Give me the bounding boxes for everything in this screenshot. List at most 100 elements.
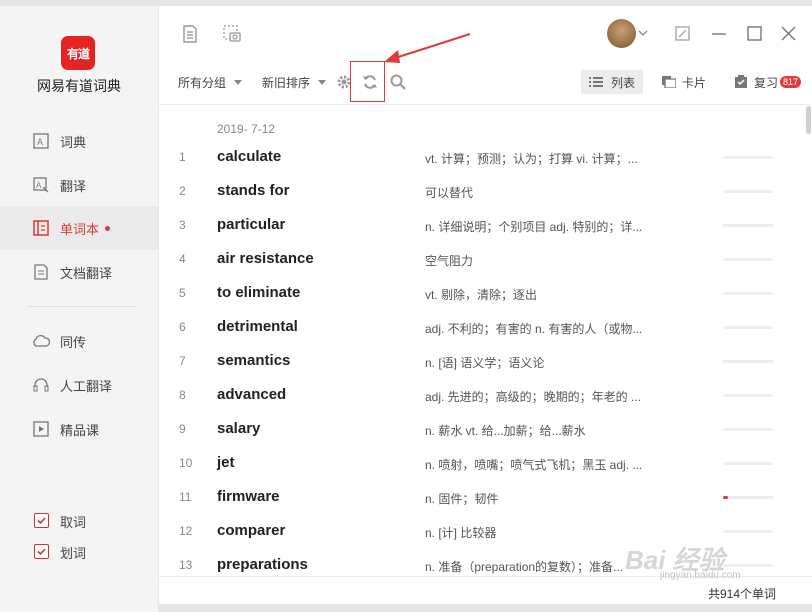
app-name: 网易有道词典 — [37, 78, 121, 94]
svg-text:A: A — [37, 137, 43, 147]
checkbox-word-capture[interactable] — [34, 513, 49, 528]
row-word[interactable]: firmware — [217, 488, 280, 505]
table-row[interactable]: 8 advanced adj. 先进的；高级的；晚期的；年老的 ... — [159, 378, 799, 412]
table-row[interactable]: 7 semantics n. [语] 语义学；语义论 — [159, 344, 799, 378]
row-number: 13 — [179, 558, 193, 572]
row-word[interactable]: semantics — [217, 352, 290, 369]
review-label: 复习 — [754, 75, 779, 90]
row-word[interactable]: particular — [217, 216, 285, 233]
group-filter-label: 所有分组 — [178, 75, 227, 90]
sort-dropdown[interactable]: 新旧排序 — [262, 68, 327, 96]
row-definition: vt. 剔除，清除；逐出 — [425, 288, 538, 302]
sidebar-item-label: 精品课 — [60, 422, 100, 438]
row-word[interactable]: jet — [217, 454, 235, 471]
review-count-badge: 817 — [780, 76, 802, 88]
minimize-icon[interactable] — [712, 32, 726, 36]
memory-progress-bar — [723, 496, 773, 499]
row-word[interactable]: advanced — [217, 386, 286, 403]
memory-progress-bar — [723, 190, 773, 193]
background-window-strip — [158, 604, 812, 612]
headset-icon — [33, 378, 49, 392]
sidebar-item-label: 单词本 — [60, 219, 111, 238]
memory-progress-bar — [723, 530, 773, 533]
note-icon[interactable] — [181, 25, 199, 43]
row-word[interactable]: comparer — [217, 522, 285, 539]
sidebar-item-label: 同传 — [60, 334, 87, 350]
close-icon[interactable] — [781, 26, 796, 41]
memory-progress-bar — [723, 564, 773, 567]
wordbook-icon — [33, 220, 49, 236]
sidebar: 有道 网易有道词典 A 词典 A 翻译 单词本 文档翻译 同传 人工翻译 精品课… — [0, 6, 159, 612]
sidebar-item-label: 人工翻译 — [60, 378, 113, 394]
maximize-icon[interactable] — [747, 26, 762, 41]
review-button[interactable]: 复习 817 — [734, 70, 802, 94]
sidebar-divider — [27, 306, 137, 307]
word-count: 共914个单词 — [707, 587, 776, 601]
row-word[interactable]: salary — [217, 420, 260, 437]
table-row[interactable]: 6 detrimental adj. 不利的；有害的 n. 有害的人（或物... — [159, 310, 799, 344]
table-row[interactable]: 5 to eliminate vt. 剔除，清除；逐出 — [159, 276, 799, 310]
search-icon[interactable] — [389, 73, 407, 91]
table-row[interactable]: 9 salary n. 薪水 vt. 给...加薪；给...薪水 — [159, 412, 799, 446]
table-row[interactable]: 4 air resistance 空气阻力 — [159, 242, 799, 276]
row-word[interactable]: preparations — [217, 556, 308, 573]
view-card-button[interactable]: 卡片 — [662, 70, 706, 94]
row-word[interactable]: to eliminate — [217, 284, 300, 301]
chevron-down-icon[interactable] — [638, 29, 648, 37]
row-definition: adj. 不利的；有害的 n. 有害的人（或物... — [425, 322, 643, 336]
memory-progress-fill — [723, 496, 728, 499]
table-row[interactable]: 11 firmware n. 固件；韧件 — [159, 480, 799, 514]
active-dot — [105, 225, 111, 231]
row-definition: n. 固件；韧件 — [425, 492, 499, 506]
table-row[interactable]: 1 calculate vt. 计算；预测；认为；打算 vi. 计算；... — [159, 140, 799, 174]
row-definition: n. [计] 比较器 — [425, 526, 497, 540]
check-icon — [37, 517, 46, 525]
row-number: 2 — [179, 184, 186, 198]
scrollbar[interactable] — [804, 106, 812, 576]
row-number: 7 — [179, 354, 186, 368]
row-definition: 空气阻力 — [425, 254, 474, 268]
row-definition: vt. 计算；预测；认为；打算 vi. 计算；... — [425, 152, 638, 166]
sidebar-item-wordbook[interactable]: 单词本 — [0, 206, 158, 250]
video-icon — [33, 421, 49, 437]
row-word[interactable]: calculate — [217, 148, 281, 165]
memory-progress-bar — [723, 326, 773, 329]
app-logo: 有道 — [61, 36, 95, 70]
sidebar-item-translate[interactable]: A 翻译 — [0, 163, 158, 207]
sidebar-item-simultaneous[interactable]: 同传 — [0, 319, 158, 363]
row-number: 10 — [179, 456, 193, 470]
view-card-label: 卡片 — [682, 75, 707, 90]
user-avatar[interactable] — [607, 19, 636, 48]
group-filter-dropdown[interactable]: 所有分组 — [178, 68, 243, 96]
table-row[interactable]: 3 particular n. 详细说明；个别项目 adj. 特别的；详... — [159, 208, 799, 242]
shrink-icon[interactable] — [675, 26, 690, 41]
date-heading: 2019- 7-12 — [217, 122, 276, 136]
table-row[interactable]: 10 jet n. 喷射，喷嘴；喷气式飞机；黑玉 adj. ... — [159, 446, 799, 480]
sidebar-item-label: 文档翻译 — [60, 265, 113, 281]
check-icon — [37, 548, 46, 556]
memory-progress-bar — [723, 462, 773, 465]
view-list-button[interactable]: 列表 — [581, 70, 643, 94]
svg-text:A: A — [36, 181, 42, 190]
screenshot-icon[interactable] — [222, 24, 242, 44]
scrollbar-thumb[interactable] — [806, 106, 811, 134]
row-word[interactable]: air resistance — [217, 250, 314, 267]
sort-label: 新旧排序 — [262, 75, 311, 90]
sidebar-item-courses[interactable]: 精品课 — [0, 407, 158, 451]
row-definition: n. 薪水 vt. 给...加薪；给...薪水 — [425, 424, 586, 438]
table-row[interactable]: 2 stands for 可以替代 — [159, 174, 799, 208]
sidebar-item-document-translate[interactable]: 文档翻译 — [0, 250, 158, 294]
sidebar-item-human-translate[interactable]: 人工翻译 — [0, 363, 158, 407]
memory-progress-bar — [723, 360, 773, 363]
sidebar-item-dictionary[interactable]: A 词典 — [0, 119, 158, 163]
checkbox-select-translate[interactable] — [34, 544, 49, 559]
memory-progress-bar — [723, 156, 773, 159]
caret-down-icon — [318, 79, 327, 85]
caret-down-icon — [234, 79, 243, 85]
row-definition: 可以替代 — [425, 186, 474, 200]
memory-progress-bar — [723, 224, 773, 227]
row-word[interactable]: detrimental — [217, 318, 298, 335]
view-list-label: 列表 — [611, 75, 636, 90]
header-divider — [159, 104, 812, 105]
row-word[interactable]: stands for — [217, 182, 290, 199]
